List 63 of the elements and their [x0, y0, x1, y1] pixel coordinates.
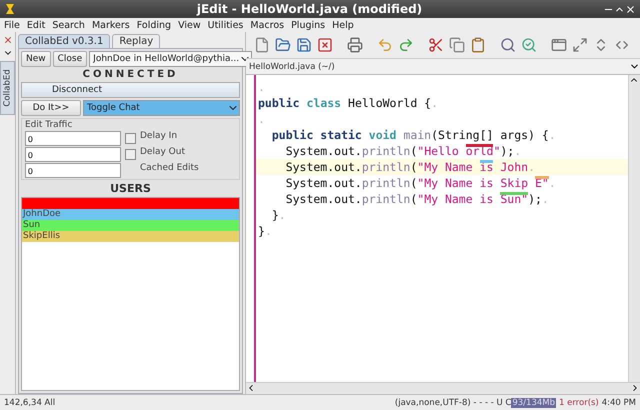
action-dropdown[interactable]: Toggle Chat [83, 100, 240, 116]
save-icon[interactable] [296, 37, 312, 53]
menu-item[interactable]: View [178, 20, 201, 30]
menu-item[interactable]: Help [332, 20, 354, 30]
error-count[interactable]: 1 error(s) [559, 398, 599, 408]
menu-item[interactable]: Search [52, 20, 85, 30]
redo-icon[interactable] [398, 37, 414, 53]
do-it-button[interactable]: Do It>> [21, 100, 81, 116]
users-heading: USERS [109, 182, 152, 195]
user-row[interactable]: Sun [22, 220, 239, 231]
close-button[interactable]: Close [52, 51, 88, 67]
menu-item[interactable]: File [4, 20, 20, 30]
printer-icon[interactable] [347, 37, 363, 53]
group-title: Edit Traffic [25, 120, 74, 130]
search-icon[interactable] [500, 37, 516, 53]
user-row[interactable]: SkipEllis [22, 231, 239, 242]
scrollbar[interactable] [628, 75, 640, 382]
code-line: . [257, 79, 266, 95]
open-folder-icon[interactable] [275, 37, 291, 53]
menu-item[interactable]: Folding [136, 20, 172, 30]
clock: 4:40 PM [602, 398, 636, 408]
expand-icon[interactable] [572, 37, 588, 53]
code-line: }. [257, 223, 273, 239]
code-line: public static void main(String[] args) {. [270, 127, 557, 143]
window-icon[interactable] [551, 37, 567, 53]
code-line: System.out.println("Hello orld");. [284, 143, 522, 159]
scrollbar[interactable] [246, 382, 640, 394]
menu-item[interactable]: Utilities [208, 20, 244, 30]
connection-status: CONNECTED [82, 69, 180, 80]
field-label: Cached Edits [140, 163, 199, 175]
user-row[interactable]: JohnDoe [22, 209, 239, 220]
field-label: Delay Out [140, 147, 185, 159]
clipboard-icon[interactable] [470, 37, 486, 53]
menu-item[interactable]: Edit [26, 20, 46, 30]
copy-icon[interactable] [449, 37, 465, 53]
checkbox[interactable] [125, 149, 136, 160]
close-icon[interactable] [317, 37, 333, 53]
close-icon[interactable] [625, 4, 636, 14]
buffer-mode: (java,none,UTF-8) - - - - U C [394, 398, 512, 408]
caret-position: 142,6,34 All [4, 398, 56, 408]
tab[interactable]: Replay [112, 34, 160, 48]
memory-meter: 93/134Mb [511, 398, 556, 408]
dock-tab[interactable]: CollabEd [0, 61, 15, 115]
field-label: Delay In [140, 131, 178, 143]
code-line: public class HelloWorld {. [257, 95, 440, 111]
number-field[interactable]: 0 [25, 147, 121, 162]
search-replace-icon[interactable] [521, 37, 537, 53]
tab[interactable]: CollabEd v0.3.1 [18, 34, 110, 48]
menu-item[interactable]: Plugins [291, 20, 326, 30]
code-line: }. [270, 207, 287, 223]
checkbox[interactable] [125, 133, 136, 144]
window-title: jEdit - HelloWorld.java (modified) [196, 2, 424, 16]
close-icon[interactable] [2, 35, 12, 45]
disconnect-button[interactable]: Disconnect [21, 82, 240, 98]
menu-item[interactable]: Markers [92, 20, 130, 30]
new-button[interactable]: New [21, 51, 51, 67]
scissors-icon[interactable] [428, 37, 444, 53]
number-field[interactable]: 0 [25, 163, 121, 178]
number-field[interactable]: 0 [25, 131, 121, 146]
app-icon [4, 3, 16, 15]
code-line: System.out.println("My Name is Sun");. [284, 191, 550, 207]
code-line: . [257, 111, 266, 127]
menu-item[interactable]: Macros [250, 20, 284, 30]
